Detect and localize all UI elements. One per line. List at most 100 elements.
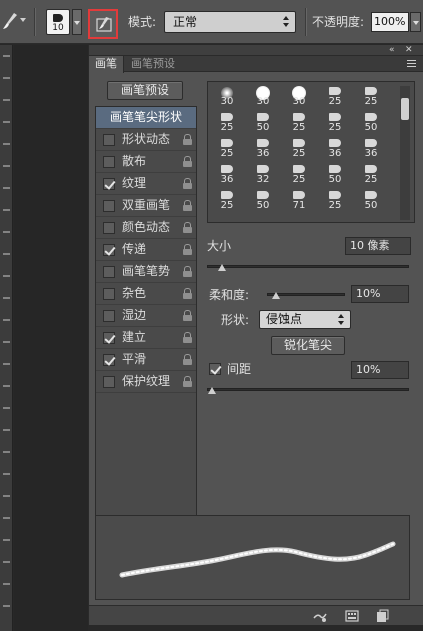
lock-icon[interactable] bbox=[183, 332, 192, 343]
panel-title-bar[interactable]: « ✕ bbox=[89, 45, 423, 56]
spacing-input[interactable]: 10% bbox=[351, 361, 409, 379]
close-panel-icon[interactable]: ✕ bbox=[405, 45, 413, 55]
tool-button[interactable] bbox=[3, 143, 10, 145]
option-checkbox[interactable] bbox=[103, 332, 115, 344]
brush-tip-cell[interactable]: 30 bbox=[248, 86, 278, 108]
brush-option-item[interactable]: 画笔笔势 bbox=[96, 261, 196, 283]
brush-tip-shape-option[interactable]: 画笔笔尖形状 bbox=[96, 107, 196, 129]
tab-brush-presets[interactable]: 画笔预设 bbox=[125, 56, 181, 72]
spacing-slider[interactable] bbox=[207, 387, 409, 394]
tool-button[interactable] bbox=[3, 605, 10, 607]
brush-tip-cell[interactable]: 50 bbox=[356, 112, 386, 134]
spacing-checkbox[interactable] bbox=[209, 363, 221, 375]
lock-icon[interactable] bbox=[183, 244, 192, 255]
brush-tip-cell[interactable]: 50 bbox=[356, 190, 386, 212]
brush-option-item[interactable]: 双重画笔 bbox=[96, 195, 196, 217]
tool-button[interactable] bbox=[3, 319, 10, 321]
brush-tip-cell[interactable]: 25 bbox=[356, 86, 386, 108]
option-checkbox[interactable] bbox=[103, 376, 115, 388]
brush-option-item[interactable]: 保护纹理 bbox=[96, 371, 196, 393]
lock-icon[interactable] bbox=[183, 222, 192, 233]
brush-option-item[interactable]: 平滑 bbox=[96, 349, 196, 371]
option-checkbox[interactable] bbox=[103, 244, 115, 256]
new-preset-icon[interactable] bbox=[375, 609, 389, 623]
brush-preset-picker[interactable]: 10 bbox=[46, 9, 70, 35]
brush-tip-cell[interactable]: 30 bbox=[212, 86, 242, 108]
spacing-slider-knob[interactable] bbox=[208, 387, 216, 394]
shape-select[interactable]: 侵蚀点 bbox=[259, 310, 351, 329]
brush-option-item[interactable]: 建立 bbox=[96, 327, 196, 349]
brush-tip-cell[interactable]: 25 bbox=[320, 112, 350, 134]
tool-button[interactable] bbox=[3, 407, 10, 409]
tool-button[interactable] bbox=[3, 561, 10, 563]
tool-button[interactable] bbox=[3, 583, 10, 585]
brush-tip-cell[interactable]: 25 bbox=[284, 138, 314, 160]
size-slider-knob[interactable] bbox=[218, 264, 226, 271]
lock-icon[interactable] bbox=[183, 200, 192, 211]
lock-icon[interactable] bbox=[183, 134, 192, 145]
option-checkbox[interactable] bbox=[103, 200, 115, 212]
tool-button[interactable] bbox=[3, 297, 10, 299]
lock-icon[interactable] bbox=[183, 310, 192, 321]
tool-button[interactable] bbox=[3, 495, 10, 497]
tool-button[interactable] bbox=[3, 539, 10, 541]
brush-tip-cell[interactable]: 25 bbox=[320, 86, 350, 108]
brush-tip-cell[interactable]: 50 bbox=[248, 190, 278, 212]
lock-icon[interactable] bbox=[183, 266, 192, 277]
option-checkbox[interactable] bbox=[103, 266, 115, 278]
panel-menu-icon[interactable] bbox=[405, 57, 417, 69]
size-input[interactable]: 10 像素 bbox=[345, 237, 411, 255]
lock-icon[interactable] bbox=[183, 156, 192, 167]
brush-tip-cell[interactable]: 36 bbox=[320, 138, 350, 160]
lock-icon[interactable] bbox=[183, 288, 192, 299]
brush-tip-cell[interactable]: 50 bbox=[320, 164, 350, 186]
tool-button[interactable] bbox=[3, 517, 10, 519]
sharpen-tip-button[interactable]: 锐化笔尖 bbox=[271, 336, 345, 355]
tool-button[interactable] bbox=[3, 55, 10, 57]
option-checkbox[interactable] bbox=[103, 288, 115, 300]
brush-option-item[interactable]: 颜色动态 bbox=[96, 217, 196, 239]
brush-option-item[interactable]: 湿边 bbox=[96, 305, 196, 327]
scrollbar-thumb[interactable] bbox=[401, 98, 409, 120]
tool-button[interactable] bbox=[3, 187, 10, 189]
option-checkbox[interactable] bbox=[103, 354, 115, 366]
opacity-slider-dropdown[interactable] bbox=[410, 12, 421, 32]
brush-option-item[interactable]: 纹理 bbox=[96, 173, 196, 195]
brush-tip-cell[interactable]: 36 bbox=[248, 138, 278, 160]
hardness-input[interactable]: 10% bbox=[351, 285, 409, 303]
lock-icon[interactable] bbox=[183, 178, 192, 189]
brush-tip-cell[interactable]: 25 bbox=[212, 190, 242, 212]
tool-dropdown-caret[interactable] bbox=[20, 18, 26, 22]
lock-icon[interactable] bbox=[183, 354, 192, 365]
brush-presets-button[interactable]: 画笔预设 bbox=[107, 81, 183, 100]
tool-button[interactable] bbox=[3, 165, 10, 167]
brush-tip-cell[interactable]: 25 bbox=[212, 112, 242, 134]
tool-button[interactable] bbox=[3, 231, 10, 233]
tool-button[interactable] bbox=[3, 99, 10, 101]
tool-button[interactable] bbox=[3, 253, 10, 255]
lock-icon[interactable] bbox=[183, 376, 192, 387]
hardness-slider[interactable] bbox=[267, 292, 345, 299]
tab-brush[interactable]: 画笔 bbox=[89, 56, 124, 73]
canvas-area[interactable] bbox=[14, 45, 88, 631]
tool-button[interactable] bbox=[3, 385, 10, 387]
brush-tip-cell[interactable]: 25 bbox=[320, 190, 350, 212]
brush-tip-cell[interactable]: 25 bbox=[212, 138, 242, 160]
tip-grid-scrollbar[interactable] bbox=[400, 86, 410, 220]
brush-option-item[interactable]: 形状动态 bbox=[96, 129, 196, 151]
option-checkbox[interactable] bbox=[103, 178, 115, 190]
tool-button[interactable] bbox=[3, 451, 10, 453]
brush-tip-cell[interactable]: 25 bbox=[284, 112, 314, 134]
brush-tip-cell[interactable]: 30 bbox=[284, 86, 314, 108]
brush-option-item[interactable]: 杂色 bbox=[96, 283, 196, 305]
option-checkbox[interactable] bbox=[103, 134, 115, 146]
option-checkbox[interactable] bbox=[103, 156, 115, 168]
tool-button[interactable] bbox=[3, 275, 10, 277]
tool-button[interactable] bbox=[3, 363, 10, 365]
brush-panel-toggle-button[interactable] bbox=[88, 9, 118, 39]
collapse-panel-icon[interactable]: « bbox=[389, 45, 395, 55]
tool-button[interactable] bbox=[3, 77, 10, 79]
brush-tip-cell[interactable]: 71 bbox=[284, 190, 314, 212]
grid-icon[interactable] bbox=[345, 609, 359, 623]
tool-button[interactable] bbox=[3, 121, 10, 123]
